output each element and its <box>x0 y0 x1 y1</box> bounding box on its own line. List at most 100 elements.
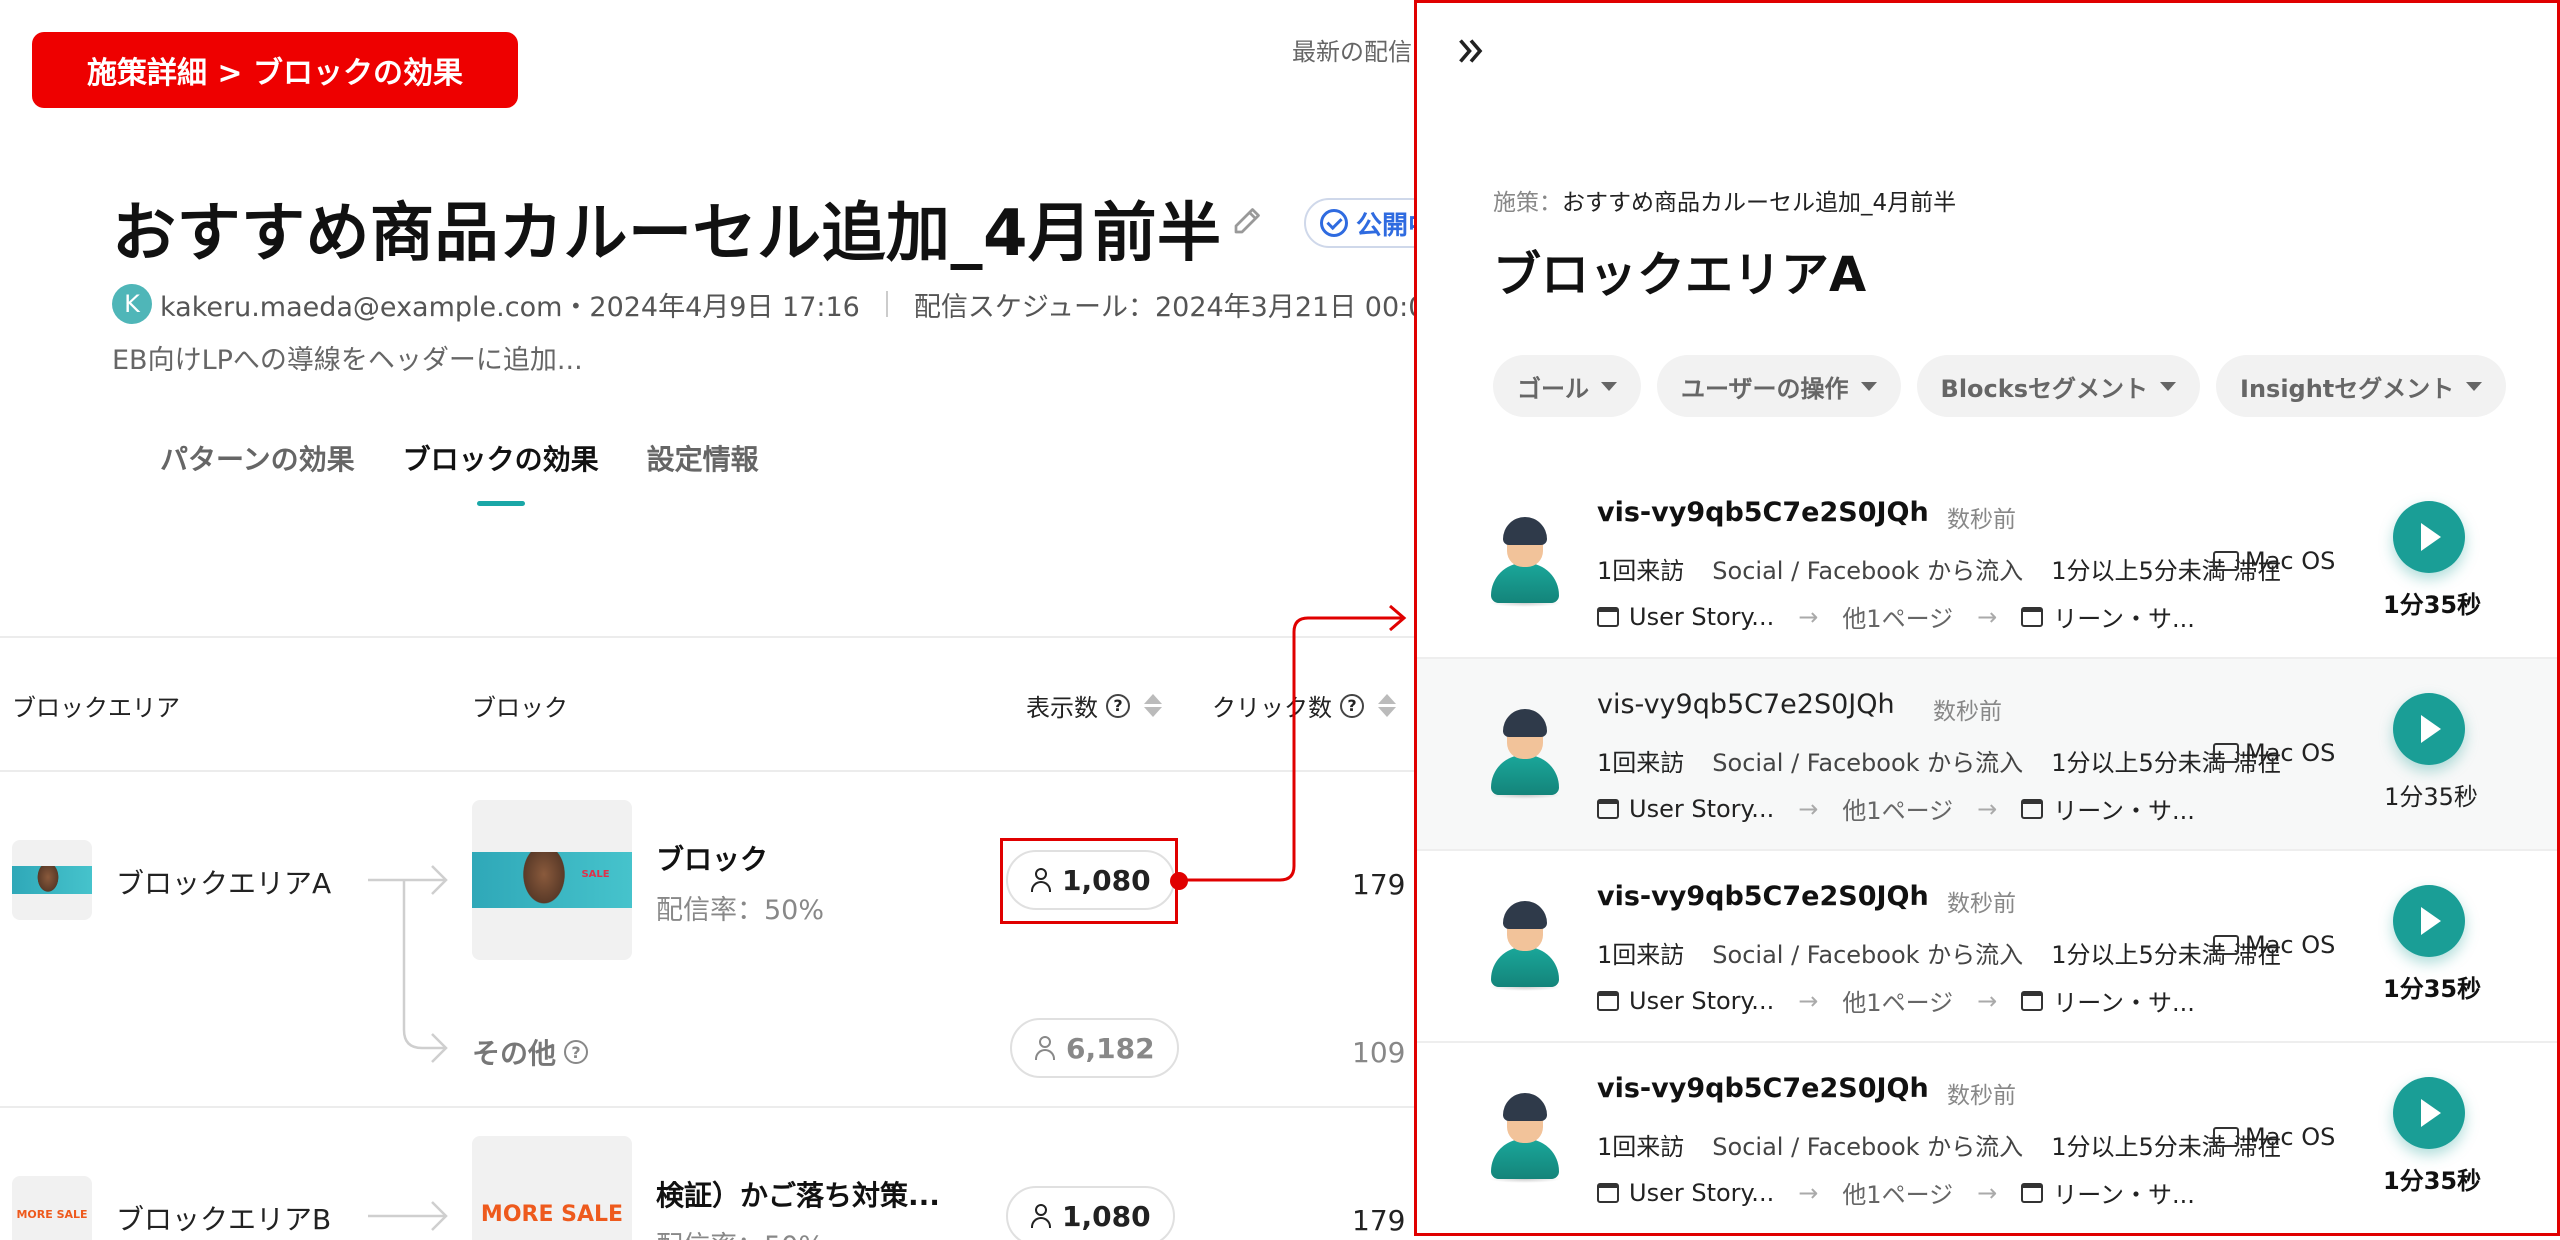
visit-os: Mac OS <box>2213 739 2335 767</box>
header-views[interactable]: 表示数 ? <box>1026 688 1162 723</box>
arrow-right-icon: → <box>1977 986 1998 1015</box>
breadcrumb-badge: 施策詳細 > ブロックの効果 <box>32 32 518 108</box>
header-block: ブロック <box>472 694 568 722</box>
author-info: kakeru.maeda@example.com・2024年4月9日 17:16 <box>160 291 860 323</box>
page-path: User Story... → 他1ページ → リーン・サ... <box>1597 983 2195 1018</box>
views-count[interactable]: 6,182 <box>1010 1018 1179 1078</box>
area-thumbnail: MORE SALE <box>12 1176 92 1240</box>
play-button[interactable] <box>2393 693 2465 765</box>
visitor-drawer: 施策：おすすめ商品カルーセル追加_4月前半 ブロックエリアA ゴール ユーザーの… <box>1414 0 2560 1236</box>
header-clicks[interactable]: クリック数 ? <box>1212 688 1396 723</box>
page-icon <box>1597 1182 1619 1203</box>
pencil-icon[interactable] <box>1230 202 1266 238</box>
arrow-right-icon: → <box>1977 602 1998 631</box>
page-path: User Story... → 他1ページ → リーン・サ... <box>1597 791 2195 826</box>
visit-time: 数秒前 <box>1947 507 2016 533</box>
tab-pattern-effect[interactable]: パターンの効果 <box>160 438 355 502</box>
block-rate: 配信率：50% <box>656 895 825 926</box>
help-icon[interactable]: ? <box>1106 693 1130 718</box>
caret-down-icon <box>2466 381 2483 391</box>
drawer-title: ブロックエリアA <box>1493 247 1867 303</box>
filter-goal[interactable]: ゴール <box>1493 355 1641 417</box>
divider <box>885 291 888 317</box>
visit-time: 数秒前 <box>1947 1083 2016 1109</box>
avatar: K <box>112 284 152 324</box>
replay-duration: 1分35秒 <box>2383 975 2482 1003</box>
tab-block-effect[interactable]: ブロックの効果 <box>403 438 599 502</box>
visit-os: Mac OS <box>2213 1123 2335 1151</box>
visit-time: 数秒前 <box>1933 699 2002 725</box>
schedule-info: 配信スケジュール：2024年3月21日 00:00 <box>913 291 1416 323</box>
page-path: User Story... → 他1ページ → リーン・サ... <box>1597 1175 2195 1210</box>
help-icon[interactable]: ? <box>564 1040 589 1064</box>
page-icon <box>2021 990 2044 1011</box>
clicks-count: 109 <box>1352 1036 1406 1069</box>
list-item[interactable]: vis-vy9qb5C7e2S0JQh 数秒前 1回来訪 Social / Fac… <box>1417 851 2557 1043</box>
block-name[interactable]: 検証）かご落ち対策... <box>656 1174 940 1214</box>
caret-down-icon <box>1601 381 1617 391</box>
block-thumbnail[interactable]: MORE SALE <box>472 1136 632 1240</box>
double-chevron-right-icon[interactable] <box>1453 33 1489 69</box>
status-badge: 公開中 <box>1304 198 1416 248</box>
caret-down-icon <box>1860 381 1877 391</box>
play-button[interactable] <box>2393 885 2465 957</box>
person-icon <box>1034 1036 1056 1060</box>
replay-duration: 1分35秒 <box>2383 1167 2482 1195</box>
list-item[interactable]: vis-vy9qb5C7e2S0JQh 数秒前 1回来訪 Social / Fac… <box>1417 659 2557 851</box>
play-button[interactable] <box>2393 1077 2465 1149</box>
tab-settings[interactable]: 設定情報 <box>647 438 759 502</box>
visit-time: 数秒前 <box>1947 891 2016 917</box>
visitor-id[interactable]: vis-vy9qb5C7e2S0JQh <box>1597 689 1895 720</box>
arrow-right-icon: → <box>1798 602 1819 631</box>
area-thumbnail <box>12 840 92 920</box>
drawer-breadcrumb: 施策：おすすめ商品カルーセル追加_4月前半 <box>1493 190 1957 216</box>
clicks-count: 179 <box>1352 1204 1406 1237</box>
tab-bar: パターンの効果 ブロックの効果 設定情報 <box>160 438 759 502</box>
user-avatar-icon <box>1489 517 1561 607</box>
replay-duration: 1分35秒 <box>2383 591 2482 619</box>
other-block: その他 ? <box>472 1032 589 1072</box>
visitor-id[interactable]: vis-vy9qb5C7e2S0JQh <box>1597 1073 1929 1104</box>
row-divider <box>0 770 1416 772</box>
sort-icon[interactable] <box>1144 694 1162 717</box>
block-thumbnail[interactable]: SALE <box>472 800 632 960</box>
views-count[interactable]: 1,080 <box>1006 1186 1175 1240</box>
caret-down-icon <box>2160 381 2177 391</box>
page-icon <box>1597 990 1619 1011</box>
row-divider <box>0 1106 1416 1108</box>
arrow-right-icon: → <box>1798 986 1819 1015</box>
latest-delivery-label: 最新の配信 <box>1292 38 1412 66</box>
play-button[interactable] <box>2393 501 2465 573</box>
area-name: ブロックエリアA <box>116 867 332 900</box>
list-item[interactable]: vis-vy9qb5C7e2S0JQh 数秒前 1回来訪 Social / Fac… <box>1417 467 2557 659</box>
visit-os: Mac OS <box>2213 547 2335 575</box>
filter-blocks-segment[interactable]: Blocksセグメント <box>1916 355 2201 417</box>
page-icon <box>2021 798 2044 819</box>
filter-insight-segment[interactable]: Insightセグメント <box>2216 355 2507 417</box>
page-title: おすすめ商品カルーセル追加_4月前半 <box>112 197 1222 271</box>
visitor-id[interactable]: vis-vy9qb5C7e2S0JQh <box>1597 881 1929 912</box>
laptop-icon <box>2213 551 2239 571</box>
block-name[interactable]: ブロック <box>656 838 768 878</box>
list-item[interactable]: vis-vy9qb5C7e2S0JQh 数秒前 1回来訪 Social / Fac… <box>1417 1043 2557 1233</box>
laptop-icon <box>2213 935 2239 955</box>
page-icon <box>2021 606 2044 627</box>
arrow-right-icon: → <box>1798 794 1819 823</box>
page-icon <box>2021 1182 2044 1203</box>
visit-list: vis-vy9qb5C7e2S0JQh 数秒前 1回来訪 Social / Fac… <box>1417 467 2557 1233</box>
page-icon <box>1597 606 1619 627</box>
block-rate: 配信率：50% <box>656 1224 824 1240</box>
sort-icon[interactable] <box>1378 694 1396 717</box>
check-circle-icon <box>1320 209 1348 237</box>
user-avatar-icon <box>1489 901 1561 991</box>
arrow-right-icon: → <box>1977 1178 1998 1207</box>
highlight-dot <box>1170 872 1188 890</box>
user-avatar-icon <box>1489 1093 1561 1183</box>
table-divider <box>0 636 1416 638</box>
laptop-icon <box>2213 743 2239 763</box>
status-label: 公開中 <box>1356 210 1416 241</box>
help-icon[interactable]: ? <box>1340 693 1364 718</box>
user-avatar-icon <box>1489 709 1561 799</box>
visitor-id[interactable]: vis-vy9qb5C7e2S0JQh <box>1597 497 1929 528</box>
filter-user-action[interactable]: ユーザーの操作 <box>1657 355 1901 417</box>
